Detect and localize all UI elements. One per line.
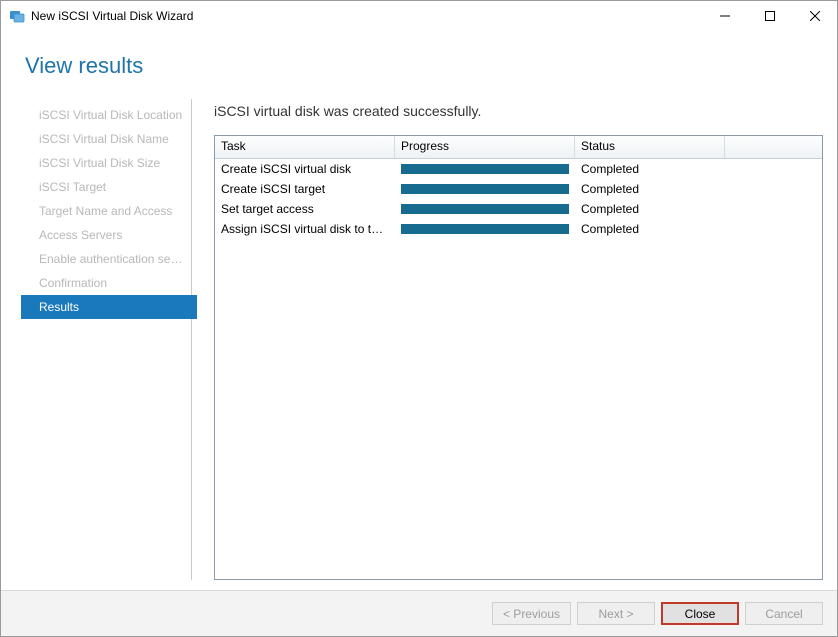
column-header-task[interactable]: Task	[215, 136, 395, 158]
cell-status: Completed	[575, 182, 725, 196]
cell-task: Set target access	[215, 202, 395, 216]
cell-status: Completed	[575, 202, 725, 216]
cell-task: Create iSCSI virtual disk	[215, 162, 395, 176]
previous-button[interactable]: < Previous	[492, 602, 571, 625]
wizard-step: Target Name and Access	[1, 199, 191, 223]
window-title: New iSCSI Virtual Disk Wizard	[31, 9, 193, 23]
wizard-step: iSCSI Virtual Disk Location	[1, 103, 191, 127]
table-row: Set target access Completed	[215, 199, 822, 219]
cancel-button[interactable]: Cancel	[745, 602, 823, 625]
next-button[interactable]: Next >	[577, 602, 655, 625]
app-icon	[9, 8, 25, 24]
cell-status: Completed	[575, 162, 725, 176]
close-button[interactable]: Close	[661, 602, 739, 625]
progress-bar	[401, 184, 569, 194]
table-body: Create iSCSI virtual disk Completed Crea…	[215, 159, 822, 579]
progress-bar	[401, 164, 569, 174]
cell-status: Completed	[575, 222, 725, 236]
minimize-icon	[720, 11, 730, 21]
wizard-step-active: Results	[21, 295, 197, 319]
maximize-icon	[765, 11, 775, 21]
progress-bar	[401, 204, 569, 214]
page-title: View results	[25, 53, 837, 79]
table-header: Task Progress Status	[215, 136, 822, 159]
wizard-body: iSCSI Virtual Disk Location iSCSI Virtua…	[1, 99, 837, 590]
cell-progress	[395, 204, 575, 214]
maximize-button[interactable]	[747, 1, 792, 31]
wizard-step: iSCSI Virtual Disk Size	[1, 151, 191, 175]
wizard-footer: < Previous Next > Close Cancel	[1, 590, 837, 636]
column-header-progress[interactable]: Progress	[395, 136, 575, 158]
table-row: Create iSCSI virtual disk Completed	[215, 159, 822, 179]
table-row: Assign iSCSI virtual disk to target Comp…	[215, 219, 822, 239]
wizard-step: Enable authentication ser...	[1, 247, 191, 271]
minimize-button[interactable]	[702, 1, 747, 31]
wizard-step: iSCSI Virtual Disk Name	[1, 127, 191, 151]
wizard-step: Confirmation	[1, 271, 191, 295]
cell-task: Assign iSCSI virtual disk to target	[215, 222, 395, 236]
results-table: Task Progress Status Create iSCSI virtua…	[214, 135, 823, 580]
wizard-window: New iSCSI Virtual Disk Wizard View resul…	[0, 0, 838, 637]
close-window-button[interactable]	[792, 1, 837, 31]
page-header: View results	[1, 31, 837, 99]
title-bar: New iSCSI Virtual Disk Wizard	[1, 1, 837, 31]
column-header-status[interactable]: Status	[575, 136, 725, 158]
cell-progress	[395, 224, 575, 234]
close-icon	[810, 11, 820, 21]
progress-bar	[401, 224, 569, 234]
wizard-step: iSCSI Target	[1, 175, 191, 199]
cell-task: Create iSCSI target	[215, 182, 395, 196]
result-message: iSCSI virtual disk was created successfu…	[214, 103, 823, 119]
window-controls	[702, 1, 837, 31]
main-content: iSCSI virtual disk was created successfu…	[192, 99, 837, 580]
table-row: Create iSCSI target Completed	[215, 179, 822, 199]
cell-progress	[395, 184, 575, 194]
wizard-step: Access Servers	[1, 223, 191, 247]
column-header-extra	[725, 136, 822, 158]
cell-progress	[395, 164, 575, 174]
wizard-steps-sidebar: iSCSI Virtual Disk Location iSCSI Virtua…	[1, 99, 192, 580]
